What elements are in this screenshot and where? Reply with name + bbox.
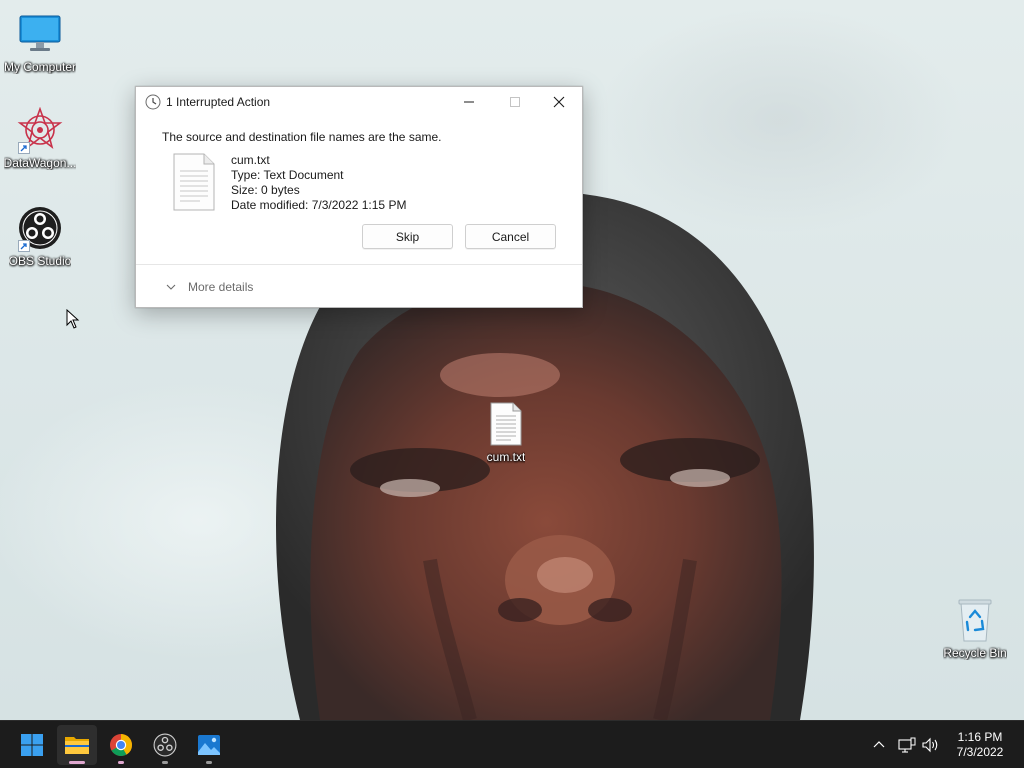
chevron-down-icon: [166, 284, 176, 290]
desktop-icon-obs-studio[interactable]: OBS Studio: [0, 204, 80, 268]
file-info: cum.txt Type: Text Document Size: 0 byte…: [231, 153, 406, 213]
desktop-icon-label: cum.txt: [486, 450, 526, 464]
taskbar-chrome[interactable]: [101, 725, 141, 765]
skip-button[interactable]: Skip: [362, 224, 453, 249]
mouse-cursor-icon: [66, 309, 80, 329]
dialog-divider: [136, 264, 582, 265]
photos-icon: [198, 735, 220, 755]
taskbar: 1:16 PM 7/3/2022: [0, 720, 1024, 768]
start-button[interactable]: [12, 725, 52, 765]
minimize-button[interactable]: [446, 87, 492, 117]
desktop-icon-my-computer[interactable]: My Computer: [0, 10, 80, 74]
desktop-icon-datawagon[interactable]: DataWagon...: [0, 106, 80, 170]
taskbar-photos[interactable]: [189, 725, 229, 765]
maximize-icon: [510, 97, 520, 107]
maximize-button[interactable]: [492, 87, 538, 117]
folder-icon: [65, 737, 89, 754]
shortcut-arrow-icon: [18, 240, 30, 252]
desktop-icon-recycle-bin[interactable]: Recycle Bin: [935, 596, 1015, 660]
clock-date: 7/3/2022: [956, 745, 1004, 759]
chrome-icon: [110, 734, 132, 756]
show-hidden-icons-button[interactable]: [868, 721, 890, 768]
taskbar-obs-studio[interactable]: [145, 725, 185, 765]
running-indicator: [206, 761, 212, 764]
interrupted-action-dialog: 1 Interrupted Action The source and dest…: [135, 86, 583, 308]
cancel-button[interactable]: Cancel: [465, 224, 556, 249]
chevron-up-icon: [873, 741, 885, 748]
network-status-button[interactable]: [896, 721, 918, 768]
desktop-icon-label: DataWagon...: [3, 156, 77, 170]
file-name: cum.txt: [231, 153, 270, 167]
file-size: Size: 0 bytes: [231, 183, 300, 197]
taskbar-clock[interactable]: 1:16 PM 7/3/2022: [944, 730, 1016, 760]
windows-logo-icon: [21, 734, 43, 756]
running-indicator: [162, 761, 168, 764]
shortcut-arrow-icon: [18, 142, 30, 154]
desktop-icon-label: My Computer: [3, 60, 77, 74]
text-file-icon: [482, 400, 530, 448]
text-file-icon: [173, 153, 215, 211]
network-icon: [898, 737, 916, 753]
running-indicator: [69, 761, 85, 764]
desktop-icon-label: OBS Studio: [8, 254, 72, 268]
taskbar-file-explorer[interactable]: [57, 725, 97, 765]
close-icon: [553, 96, 565, 108]
more-details-toggle[interactable]: More details: [166, 280, 253, 294]
volume-button[interactable]: [920, 721, 942, 768]
desktop-icon-cum-txt[interactable]: cum.txt: [466, 400, 546, 464]
desktop-icon-label: Recycle Bin: [943, 646, 1007, 660]
dialog-title: 1 Interrupted Action: [166, 95, 271, 109]
file-type: Type: Text Document: [231, 168, 344, 182]
running-indicator: [118, 761, 124, 764]
dialog-message: The source and destination file names ar…: [162, 130, 442, 144]
more-details-label: More details: [188, 280, 254, 294]
recycle-bin-icon: [951, 596, 999, 644]
speaker-icon: [922, 737, 938, 753]
dialog-titlebar[interactable]: 1 Interrupted Action: [136, 87, 582, 117]
obs-icon: [153, 733, 177, 757]
minimize-icon: [464, 101, 474, 103]
clock-time: 1:16 PM: [957, 730, 1003, 744]
datawagon-icon: [16, 106, 64, 154]
monitor-icon: [16, 10, 64, 58]
obs-icon: [16, 204, 64, 252]
file-date-modified: Date modified: 7/3/2022 1:15 PM: [231, 198, 407, 212]
close-button[interactable]: [536, 87, 582, 117]
clock-icon: [145, 94, 161, 110]
